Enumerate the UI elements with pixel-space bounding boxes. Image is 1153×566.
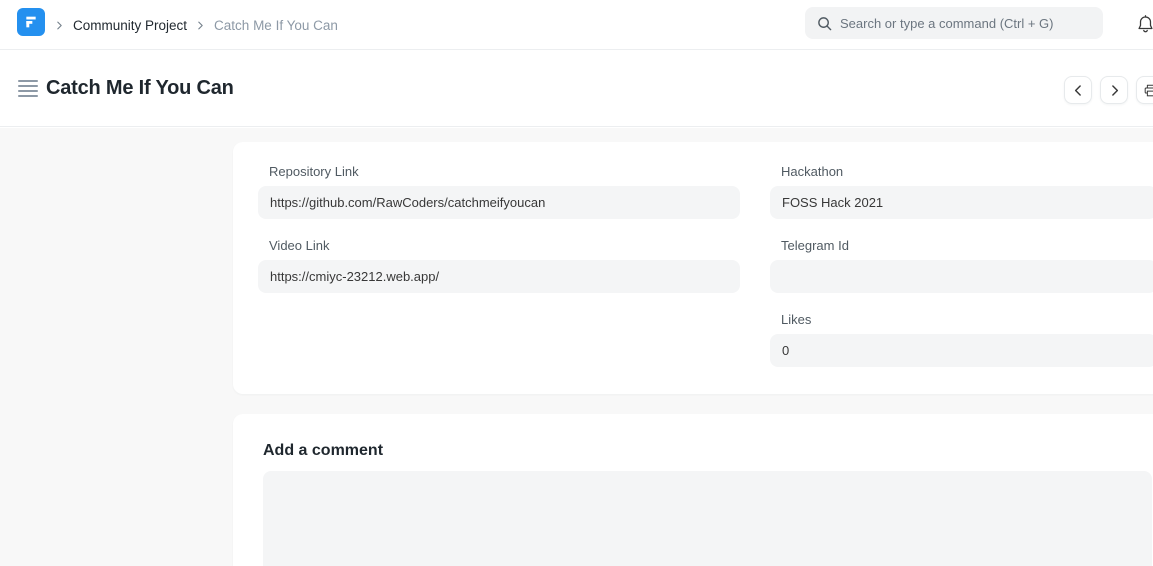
global-search[interactable]	[805, 7, 1103, 39]
next-document-button[interactable]	[1100, 76, 1128, 104]
page-title: Catch Me If You Can	[46, 77, 234, 100]
chevron-right-icon	[55, 21, 64, 30]
likes-input[interactable]	[770, 334, 1153, 367]
search-input[interactable]	[840, 16, 1091, 31]
hackathon-label: Hackathon	[781, 164, 1153, 180]
telegram-id-input[interactable]	[770, 260, 1153, 293]
chevron-left-icon	[1072, 84, 1085, 97]
comment-input[interactable]	[263, 471, 1152, 566]
form-column-left: Repository Link Video Link	[258, 164, 740, 312]
menu-icon	[18, 80, 38, 82]
prev-document-button[interactable]	[1064, 76, 1092, 104]
form-page-body: Repository Link Video Link Hackathon Tel…	[0, 128, 1153, 566]
frappe-logo-icon[interactable]	[17, 8, 45, 36]
repository-link-label: Repository Link	[269, 164, 740, 180]
search-icon	[817, 16, 832, 31]
frappe-f-glyph	[23, 14, 39, 30]
notifications-button[interactable]	[1132, 10, 1153, 38]
form-section-card: Repository Link Video Link Hackathon Tel…	[233, 142, 1153, 394]
likes-label: Likes	[781, 312, 1153, 328]
print-button[interactable]	[1136, 76, 1153, 104]
field-telegram-id: Telegram Id	[770, 238, 1153, 293]
sidebar-toggle-button[interactable]	[18, 80, 40, 100]
breadcrumb-item-community-project[interactable]: Community Project	[73, 18, 187, 33]
form-column-right: Hackathon Telegram Id Likes	[770, 164, 1153, 386]
field-likes: Likes	[770, 312, 1153, 367]
comment-section-card: Add a comment	[233, 414, 1153, 566]
page-header: Catch Me If You Can Enabled	[0, 51, 1153, 127]
bell-icon	[1136, 14, 1153, 35]
field-hackathon: Hackathon	[770, 164, 1153, 219]
printer-icon	[1143, 83, 1153, 98]
breadcrumb-item-current: Catch Me If You Can	[214, 18, 338, 33]
video-link-label: Video Link	[269, 238, 740, 254]
video-link-input[interactable]	[258, 260, 740, 293]
field-repository-link: Repository Link	[258, 164, 740, 219]
field-video-link: Video Link	[258, 238, 740, 293]
chevron-right-icon	[1108, 84, 1121, 97]
telegram-id-label: Telegram Id	[781, 238, 1153, 254]
repository-link-input[interactable]	[258, 186, 740, 219]
breadcrumb: Community Project Catch Me If You Can	[55, 0, 338, 50]
navbar: Community Project Catch Me If You Can	[0, 0, 1153, 50]
page-actions	[1064, 76, 1153, 104]
comments-heading: Add a comment	[263, 442, 383, 460]
chevron-right-icon	[196, 21, 205, 30]
hackathon-input[interactable]	[770, 186, 1153, 219]
